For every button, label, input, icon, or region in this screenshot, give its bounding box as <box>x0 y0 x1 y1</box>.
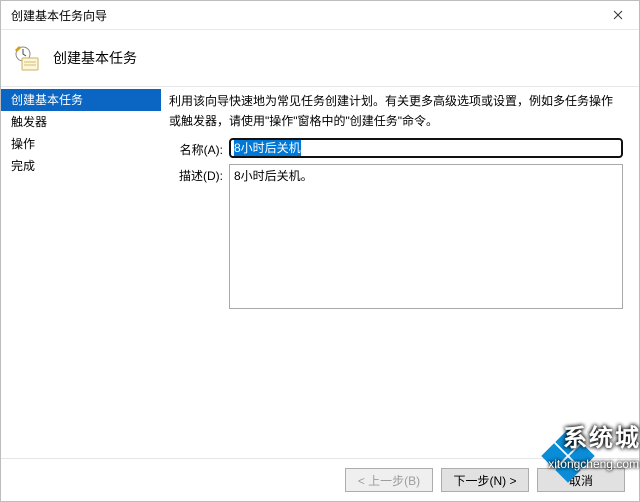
close-button[interactable] <box>597 1 639 29</box>
description-label: 描述(D): <box>169 164 223 184</box>
wizard-window: 创建基本任务向导 创建基本任务 创建基本任务 触发器 操作 完成 <box>0 0 640 502</box>
description-row: 描述(D): <box>169 164 623 309</box>
name-row: 名称(A): <box>169 138 623 158</box>
nav-step-finish[interactable]: 完成 <box>1 155 161 177</box>
wizard-header: 创建基本任务 <box>1 30 639 87</box>
cancel-button[interactable]: 取消 <box>537 468 625 492</box>
schedule-task-icon <box>13 44 41 72</box>
header-title: 创建基本任务 <box>53 48 137 68</box>
wizard-body: 创建基本任务 触发器 操作 完成 利用该向导快速地为常见任务创建计划。有关更多高… <box>1 85 639 459</box>
next-button[interactable]: 下一步(N) > <box>441 468 529 492</box>
title-bar: 创建基本任务向导 <box>1 1 639 30</box>
nav-step-action[interactable]: 操作 <box>1 133 161 155</box>
task-name-input[interactable] <box>229 138 623 158</box>
wizard-footer: < 上一步(B) 下一步(N) > 取消 <box>1 458 639 501</box>
wizard-nav: 创建基本任务 触发器 操作 完成 <box>1 85 161 459</box>
name-label: 名称(A): <box>169 138 223 158</box>
task-description-input[interactable] <box>229 164 623 309</box>
close-icon <box>613 7 623 23</box>
intro-text: 利用该向导快速地为常见任务创建计划。有关更多高级选项或设置，例如多任务操作或触发… <box>169 91 623 132</box>
nav-step-trigger[interactable]: 触发器 <box>1 111 161 133</box>
wizard-content: 利用该向导快速地为常见任务创建计划。有关更多高级选项或设置，例如多任务操作或触发… <box>161 85 639 459</box>
back-button: < 上一步(B) <box>345 468 433 492</box>
nav-step-create[interactable]: 创建基本任务 <box>1 89 161 111</box>
window-title: 创建基本任务向导 <box>11 7 107 24</box>
